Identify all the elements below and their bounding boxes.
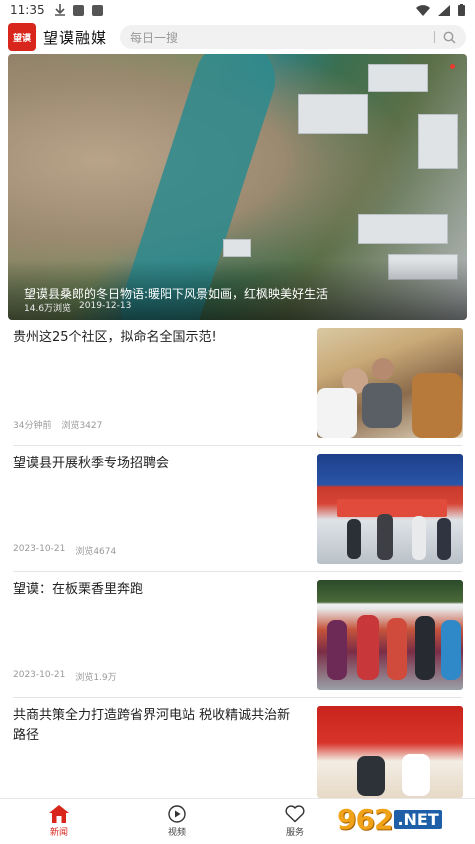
app-logo[interactable]: 望谟 [8,23,36,51]
tab-news[interactable]: 新闻 [0,799,118,844]
banner-indicator [450,64,455,69]
hero-date: 2019-12-13 [79,301,132,311]
news-thumbnail [317,454,463,564]
news-thumbnail [317,580,463,690]
news-title: 望谟：在板栗香里奔跑 [13,582,144,597]
tab-service-label: 服务 [285,828,304,838]
hero-caption: 望谟县桑郎的冬日物语:暖阳下风景如画，红枫映美好生活 [24,287,329,301]
news-item[interactable]: 望谟：在板栗香里奔跑 2023-10-21 浏览1.9万 [0,572,475,698]
search-placeholder: 每日一搜 [130,30,179,45]
home-icon [49,805,69,823]
tab-video-label: 视频 [167,828,186,838]
news-time: 2023-10-21 [13,544,66,554]
news-item[interactable]: 共商共策全力打造跨省界河电站 税收精诚共治新路径 [0,698,475,798]
status-bar: 11:35 [0,0,475,20]
watermark-logo: 962 .NET [337,798,471,840]
hero-views: 14.6万浏览 [24,304,72,314]
news-title: 望谟县开展秋季专场招聘会 [13,456,170,471]
news-title: 共商共策全力打造跨省界河电站 税收精诚共治新路径 [13,708,291,743]
search-input[interactable]: 每日一搜 [120,25,467,49]
news-item[interactable]: 望谟县开展秋季专场招聘会 2023-10-21 浏览4674 [0,446,475,572]
signal-icon [438,4,450,16]
news-item[interactable]: 贵州这25个社区，拟命名全国示范! 34分钟前 浏览3427 [0,320,475,446]
download-icon [54,4,65,16]
news-time: 2023-10-21 [13,670,66,680]
search-icon[interactable] [443,31,456,44]
news-views: 浏览4674 [75,547,117,557]
news-title: 贵州这25个社区，拟命名全国示范! [13,330,217,345]
news-thumbnail [317,706,463,798]
news-thumbnail [317,328,463,438]
tab-news-label: 新闻 [49,828,68,838]
wifi-icon [416,4,430,16]
news-views: 浏览3427 [61,421,103,431]
heart-icon [285,805,305,823]
notification-a-icon [72,4,84,16]
news-views: 浏览1.9万 [75,673,117,683]
status-time: 11:35 [10,3,45,17]
app-title: 望谟融媒 [43,28,108,47]
play-icon [168,805,186,823]
app-header: 望谟 望谟融媒 每日一搜 [0,20,475,54]
news-time: 34分钟前 [13,421,52,431]
battery-icon [458,4,465,16]
hero-banner[interactable]: 望谟县桑郎的冬日物语:暖阳下风景如画，红枫映美好生活 14.6万浏览 2019-… [8,54,467,320]
notification-square-icon [91,4,103,16]
tab-video[interactable]: 视频 [118,799,236,844]
